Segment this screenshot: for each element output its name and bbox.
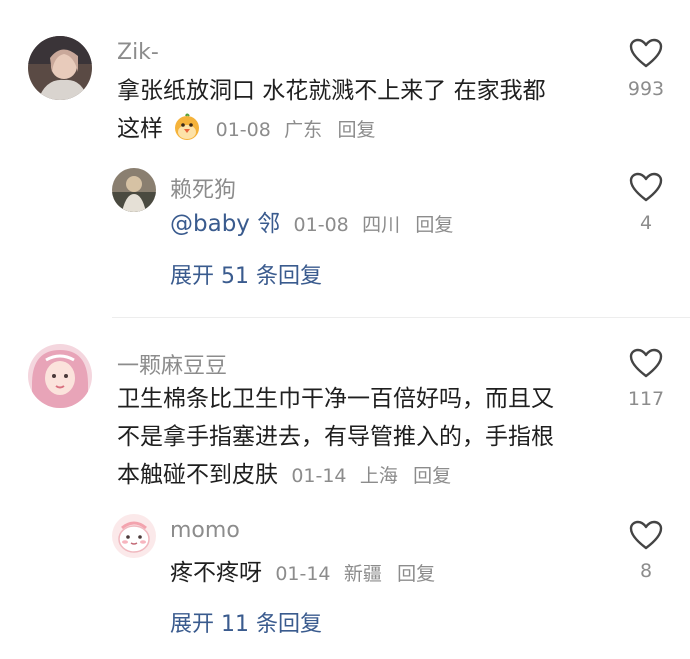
expand-replies-button[interactable]: 展开 11 条回复 — [170, 606, 322, 638]
comment-text-line: 这样 01-08 广东 回复 — [117, 110, 376, 149]
comment-text: 不是拿手指塞进去，有导管推入的，手指根 — [117, 424, 554, 450]
comment-text: 卫生棉条比卫生巾干净一百倍好吗，而且又 — [117, 386, 554, 412]
user-avatar[interactable] — [28, 344, 92, 408]
like-count: 4 — [639, 212, 653, 234]
reply-button[interactable]: 回复 — [337, 119, 375, 141]
reply-date: 01-08 — [293, 214, 349, 236]
comment-date: 01-14 — [291, 465, 347, 487]
reply-button[interactable]: 回复 — [413, 465, 451, 487]
like-count: 117 — [627, 388, 665, 410]
username[interactable]: 一颗麻豆豆 — [117, 348, 227, 380]
expand-replies-button[interactable]: 展开 51 条回复 — [170, 258, 322, 290]
comment-text: 这样 — [117, 116, 163, 142]
reply-user-avatar[interactable] — [112, 514, 156, 558]
heart-outline-icon — [629, 520, 663, 550]
comment-text: 拿张纸放洞口 水花就溅不上来了 在家我都 — [117, 78, 546, 104]
reply-location: 新疆 — [343, 563, 382, 585]
reply-text-line: @baby 邻 01-08 四川 回复 — [170, 205, 453, 244]
username[interactable]: Zik- — [117, 40, 159, 65]
comment-item: 一颗麻豆豆 卫生棉条比卫生巾干净一百倍好吗，而且又 不是拿手指塞进去，有导管推入… — [0, 318, 690, 659]
reply-button[interactable]: 回复 — [415, 214, 453, 236]
comment-text-line: 卫生棉条比卫生巾干净一百倍好吗，而且又 — [117, 380, 554, 418]
reply-user-avatar[interactable] — [112, 168, 156, 212]
reply-text: 疼不疼呀 — [170, 560, 262, 586]
mention-link[interactable]: @baby 邻 — [170, 211, 280, 237]
comment-text: 本触碰不到皮肤 — [117, 462, 278, 488]
heart-outline-icon — [629, 348, 663, 378]
like-button[interactable]: 8 — [616, 520, 676, 582]
comment-location: 上海 — [359, 465, 398, 487]
reply-username[interactable]: 赖死狗 — [170, 172, 236, 204]
comment-text-line: 拿张纸放洞口 水花就溅不上来了 在家我都 — [117, 72, 546, 110]
reply-date: 01-14 — [275, 563, 331, 585]
smiling-chick-emoji-icon — [172, 112, 202, 142]
reply-button[interactable]: 回复 — [397, 563, 435, 585]
like-button[interactable]: 4 — [616, 172, 676, 234]
comment-text-line: 本触碰不到皮肤 01-14 上海 回复 — [117, 456, 451, 495]
comment-location: 广东 — [284, 119, 323, 141]
comment-item: Zik- 拿张纸放洞口 水花就溅不上来了 在家我都 这样 01-08 广东 回复… — [0, 0, 690, 315]
comment-date: 01-08 — [215, 119, 271, 141]
reply-text-line: 疼不疼呀 01-14 新疆 回复 — [170, 554, 435, 593]
user-avatar[interactable] — [28, 36, 92, 100]
like-button[interactable]: 993 — [616, 38, 676, 100]
comment-text-line: 不是拿手指塞进去，有导管推入的，手指根 — [117, 418, 554, 456]
heart-outline-icon — [629, 38, 663, 68]
like-count: 8 — [639, 560, 653, 582]
reply-location: 四川 — [362, 214, 401, 236]
reply-username[interactable]: momo — [170, 518, 240, 543]
like-button[interactable]: 117 — [616, 348, 676, 410]
heart-outline-icon — [629, 172, 663, 202]
like-count: 993 — [627, 78, 665, 100]
